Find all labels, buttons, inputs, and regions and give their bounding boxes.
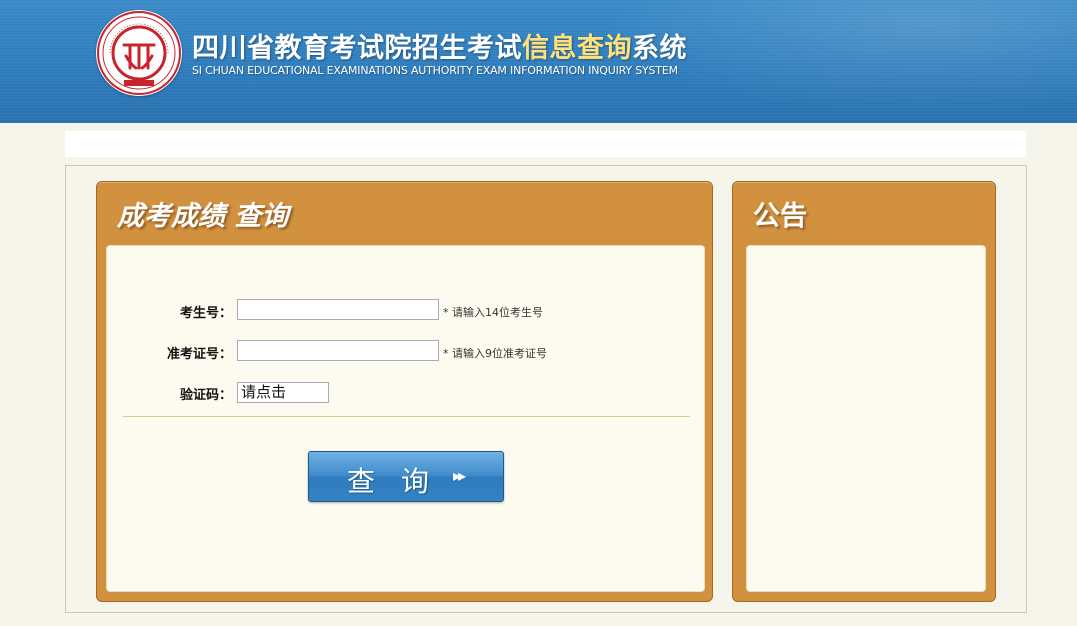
notice-panel-title: 公告 <box>753 201 807 232</box>
submit-query-button[interactable]: 查询 ▸▸ <box>308 451 504 502</box>
site-title: 四川省教育考试院招生考试信息查询系统 <box>192 33 687 64</box>
admission-ticket-label: 准考证号： <box>166 347 232 362</box>
top-strip <box>65 131 1026 157</box>
admission-ticket-input[interactable] <box>237 340 439 361</box>
notice-content <box>746 245 986 592</box>
candidate-number-input[interactable] <box>237 299 439 320</box>
query-form: 考生号： * 请输入14位考生号 准考证号： * 请输入9位准考证号 验证码： … <box>106 245 705 592</box>
query-panel: 成考成绩 查询 考生号： * 请输入14位考生号 准考证号： * 请输入9位准考… <box>96 181 713 602</box>
double-chevron-right-icon: ▸▸ <box>453 466 466 485</box>
site-subtitle-en: SI CHUAN EDUCATIONAL EXAMINATIONS AUTHOR… <box>192 64 678 77</box>
header-banner: 四川省教育考试院招生考试信息查询系统 SI CHUAN EDUCATIONAL … <box>0 0 1077 123</box>
captcha-box[interactable]: 请点击 <box>237 382 329 403</box>
candidate-number-hint: * 请输入14位考生号 <box>443 306 543 319</box>
captcha-label: 验证码： <box>179 388 232 403</box>
notice-panel: 公告 <box>732 181 996 602</box>
form-divider <box>123 416 690 417</box>
query-panel-title: 成考成绩 查询 <box>117 201 289 232</box>
logo-seal-icon <box>96 10 182 96</box>
candidate-number-label: 考生号： <box>179 306 232 321</box>
admission-ticket-hint: * 请输入9位准考证号 <box>443 347 547 360</box>
submit-query-label: 查询 <box>347 465 456 498</box>
